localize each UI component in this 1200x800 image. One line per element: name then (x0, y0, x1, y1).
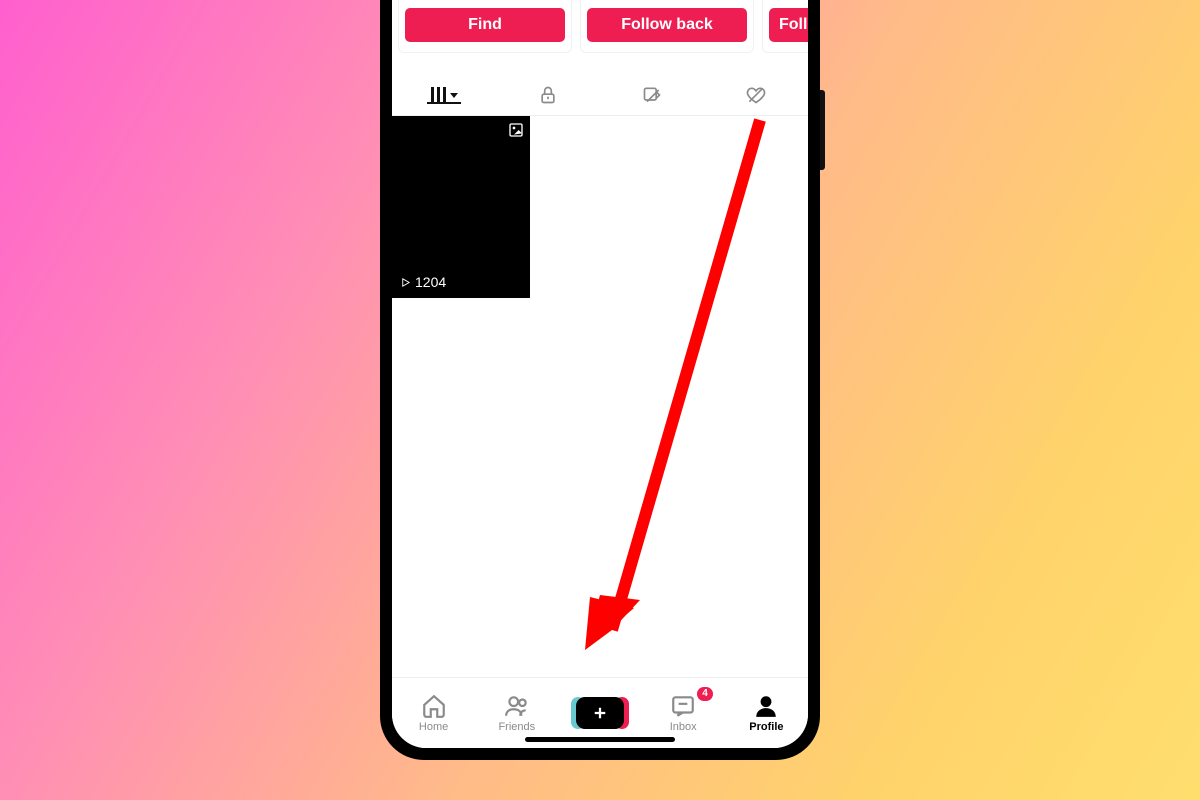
play-count-value: 1204 (415, 274, 446, 290)
tab-private[interactable] (496, 85, 600, 105)
nav-label: Friends (498, 721, 535, 733)
phone-frame: Find your friends Find Follows you Follo… (380, 0, 820, 760)
inbox-badge: 4 (697, 687, 713, 701)
heart-hidden-icon (745, 85, 767, 105)
nav-profile[interactable]: Profile (725, 693, 808, 733)
suggestion-cards-row: Find your friends Find Follows you Follo… (392, 0, 808, 53)
profile-content-tabs (392, 75, 808, 116)
chevron-down-icon (450, 93, 458, 98)
nav-inbox[interactable]: 4 Inbox (642, 693, 725, 733)
nav-friends[interactable]: Friends (475, 693, 558, 733)
video-grid: 1204 (392, 116, 808, 298)
home-icon (421, 693, 447, 719)
suggestion-card-follows-you: Follows you Follow back (580, 0, 754, 53)
repost-hidden-icon (641, 85, 663, 105)
nav-create[interactable] (558, 697, 641, 729)
gradient-background: Find your friends Find Follows you Follo… (0, 0, 1200, 800)
suggestion-card-find-friends: Find your friends Find (398, 0, 572, 53)
tab-grid[interactable] (392, 87, 496, 103)
friends-icon (504, 693, 530, 719)
follow-back-button[interactable]: Follow back (587, 8, 747, 42)
app-screen: Find your friends Find Follows you Follo… (392, 0, 808, 748)
phone-power-button (820, 90, 825, 170)
tab-liked[interactable] (704, 85, 808, 105)
image-icon (508, 122, 524, 143)
video-thumbnail[interactable]: 1204 (392, 116, 530, 298)
nav-label: Profile (749, 721, 783, 733)
create-button[interactable] (576, 697, 624, 729)
nav-label: Home (419, 721, 448, 733)
plus-icon (591, 704, 609, 722)
nav-home[interactable]: Home (392, 693, 475, 733)
nav-label: Inbox (670, 721, 697, 733)
lock-icon (538, 85, 558, 105)
profile-icon (753, 693, 779, 719)
find-button[interactable]: Find (405, 8, 565, 42)
grid-icon (431, 87, 446, 103)
suggestion-card-partial: Foll Follo (762, 0, 808, 53)
follow-button[interactable]: Follo (769, 8, 808, 42)
home-indicator (525, 737, 675, 742)
tab-reposts[interactable] (600, 85, 704, 105)
inbox-icon (670, 693, 696, 719)
play-count: 1204 (400, 274, 446, 290)
play-icon (400, 277, 411, 288)
